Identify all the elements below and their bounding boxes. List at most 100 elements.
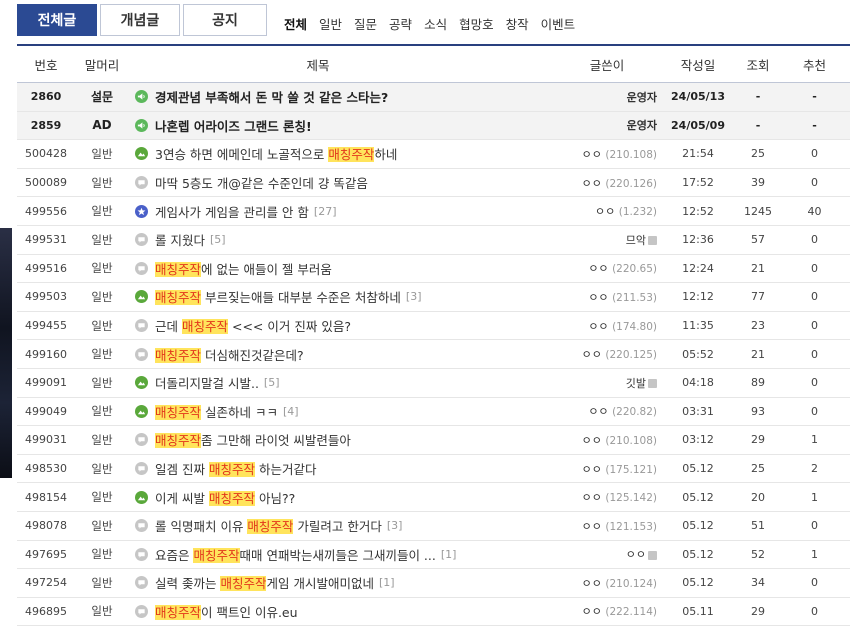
tab-concept-posts[interactable]: 개념글 — [100, 4, 180, 36]
post-title-link[interactable]: 이게 씨발 매칭주작 아님?? — [155, 488, 295, 507]
post-writer[interactable]: ㅇㅇ (220.65) — [507, 260, 667, 276]
post-title-link[interactable]: 롤 지웠다 — [155, 230, 205, 249]
post-writer[interactable]: ㅇㅇ (220.125) — [507, 346, 667, 362]
post-writer[interactable]: ㅇㅇ (220.126) — [507, 175, 667, 191]
post-writer[interactable]: ㅇㅇ (211.53) — [507, 289, 667, 305]
category-all[interactable]: 전체 — [284, 14, 307, 33]
post-views: 25 — [751, 462, 765, 476]
post-recommend: - — [812, 90, 817, 104]
post-title-cell[interactable]: 나혼렙 어라이즈 그랜드 론칭! — [129, 116, 507, 135]
table-row: 498530 일반 일겜 진짜 매칭주작 하는거같다 ㅇㅇ (175.121) 05.1… — [17, 455, 850, 484]
comment-count[interactable]: [4] — [283, 405, 299, 418]
category-news[interactable]: 소식 — [424, 14, 447, 33]
post-title-cell[interactable]: 매칭주작 부르짖는애들 대부분 수준은 처참하네 [3] — [129, 287, 507, 306]
post-writer[interactable]: ㅇㅇ (220.82) — [507, 403, 667, 419]
post-title-cell[interactable]: 매칭주작 더심해진것같은데? — [129, 345, 507, 364]
tab-all-posts[interactable]: 전체글 — [17, 4, 97, 36]
post-title-link[interactable]: 경제관념 부족해서 돈 막 쓸 것 같은 스타는? — [155, 87, 388, 106]
post-title-link[interactable]: 더돌리지말걸 시발.. — [155, 373, 259, 392]
post-writer[interactable]: 운영자 — [507, 117, 667, 133]
comment-count[interactable]: [5] — [210, 233, 226, 246]
table-row: 499160 일반 매칭주작 더심해진것같은데? ㅇㅇ (220.125) 05:52 2… — [17, 340, 850, 369]
keyword-highlight: 매칭주작 — [208, 490, 255, 506]
post-title-cell[interactable]: 실력 좆까는 매칭주작게임 개시발애미없네 [1] — [129, 573, 507, 592]
keyword-highlight: 매칭주작 — [181, 319, 228, 335]
post-prefix: 일반 — [91, 404, 113, 419]
post-title-cell[interactable]: 근데 매칭주작 <<< 이거 진짜 있음? — [129, 316, 507, 335]
post-title-cell[interactable]: 게임사가 게임을 관리를 안 함 [27] — [129, 202, 507, 221]
post-writer[interactable]: ㅇㅇ (210.108) — [507, 432, 667, 448]
notice-row: 2859 AD 나혼렙 어라이즈 그랜드 론칭! 운영자 24/05/09 - - — [17, 111, 850, 141]
comment-count[interactable]: [3] — [406, 290, 422, 303]
post-title-cell[interactable]: 매칭주작이 팩트인 이유.eu — [129, 602, 507, 621]
post-title-cell[interactable]: 요즘은 매칭주작때매 연패박는새끼들은 그새끼들이 ... [1] — [129, 545, 507, 564]
post-number: 2859 — [30, 118, 62, 132]
post-title-link[interactable]: 매칭주작좀 그만해 라이엇 씨발련들아 — [155, 430, 351, 449]
post-writer[interactable]: 므악 — [507, 232, 667, 248]
post-title-link[interactable]: 매칭주작에 없는 애들이 젤 부러움 — [155, 259, 332, 278]
comment-count[interactable]: [27] — [314, 205, 337, 218]
category-question[interactable]: 질문 — [354, 14, 377, 33]
post-title-link[interactable]: 실력 좆까는 매칭주작게임 개시발애미없네 — [155, 573, 374, 592]
post-date: 03:31 — [682, 404, 714, 418]
post-title-cell[interactable]: 마딱 5층도 개@같은 수준인데 걍 똑같음 — [129, 173, 507, 192]
post-writer[interactable]: ㅇㅇ (222.114) — [507, 603, 667, 619]
post-title-link[interactable]: 요즘은 매칭주작때매 연패박는새끼들은 그새끼들이 ... — [155, 545, 436, 564]
post-title-cell[interactable]: 경제관념 부족해서 돈 막 쓸 것 같은 스타는? — [129, 87, 507, 106]
image-post-icon — [135, 404, 148, 418]
post-views: 23 — [751, 319, 765, 333]
category-collab[interactable]: 협망호 — [459, 14, 494, 33]
post-title-link[interactable]: 매칭주작 실존하네 ㅋㅋ — [155, 402, 278, 421]
post-title-cell[interactable]: 롤 지웠다 [5] — [129, 230, 507, 249]
col-title: 제목 — [306, 57, 330, 73]
post-title-link[interactable]: 3연승 하면 에메인데 노골적으로 매칭주작하네 — [155, 144, 397, 163]
post-writer[interactable]: 깃발 — [507, 375, 667, 391]
title-text: 때매 연패박는새끼들은 그새끼들이 ... — [239, 547, 436, 563]
post-title-link[interactable]: 근데 매칭주작 <<< 이거 진짜 있음? — [155, 316, 351, 335]
post-title-link[interactable]: 매칭주작 부르짖는애들 대부분 수준은 처참하네 — [155, 287, 401, 306]
post-title-cell[interactable]: 일겜 진짜 매칭주작 하는거같다 — [129, 459, 507, 478]
comment-count[interactable]: [5] — [264, 376, 280, 389]
text-post-icon — [135, 576, 148, 590]
post-date: 24/05/13 — [671, 90, 725, 104]
post-writer[interactable]: ㅇㅇ (174.80) — [507, 318, 667, 334]
post-writer[interactable]: 운영자 — [507, 89, 667, 105]
post-prefix: 일반 — [91, 175, 113, 190]
category-creation[interactable]: 창작 — [506, 14, 529, 33]
post-title-link[interactable]: 일겜 진짜 매칭주작 하는거같다 — [155, 459, 316, 478]
post-title-cell[interactable]: 3연승 하면 에메인데 노골적으로 매칭주작하네 — [129, 144, 507, 163]
post-date: 05.12 — [682, 490, 714, 504]
title-text: 실존하네 ㅋㅋ — [201, 404, 278, 420]
post-writer[interactable]: ㅇㅇ (175.121) — [507, 461, 667, 477]
category-event[interactable]: 이벤트 — [541, 14, 576, 33]
post-title-link[interactable]: 나혼렙 어라이즈 그랜드 론칭! — [155, 116, 312, 135]
post-title-cell[interactable]: 이게 씨발 매칭주작 아님?? — [129, 488, 507, 507]
post-recommend: 0 — [811, 319, 818, 333]
category-guide[interactable]: 공략 — [389, 14, 412, 33]
speaker-icon — [135, 118, 148, 132]
post-number: 499503 — [25, 290, 67, 304]
post-writer[interactable]: ㅇㅇ (121.153) — [507, 518, 667, 534]
post-title-link[interactable]: 게임사가 게임을 관리를 안 함 — [155, 202, 309, 221]
post-title-cell[interactable]: 매칭주작좀 그만해 라이엇 씨발련들아 — [129, 430, 507, 449]
post-title-link[interactable]: 마딱 5층도 개@같은 수준인데 걍 똑같음 — [155, 173, 368, 192]
post-writer[interactable]: ㅇㅇ (210.108) — [507, 146, 667, 162]
post-writer[interactable]: ㅇㅇ (210.124) — [507, 575, 667, 591]
post-title-link[interactable]: 롤 익명패치 이유 매칭주작 가릴려고 한거다 — [155, 516, 382, 535]
post-writer[interactable]: ㅇㅇ — [507, 546, 667, 562]
comment-count[interactable]: [3] — [387, 519, 403, 532]
post-title-link[interactable]: 매칭주작이 팩트인 이유.eu — [155, 602, 298, 621]
category-general[interactable]: 일반 — [319, 14, 342, 33]
comment-count[interactable]: [1] — [379, 576, 395, 589]
tab-notices[interactable]: 공지 — [183, 4, 267, 36]
comment-count[interactable]: [1] — [441, 548, 457, 561]
table-row: 499049 일반 매칭주작 실존하네 ㅋㅋ [4] ㅇㅇ (220.82) 03:31 9… — [17, 398, 850, 427]
post-title-cell[interactable]: 매칭주작 실존하네 ㅋㅋ [4] — [129, 402, 507, 421]
post-title-cell[interactable]: 롤 익명패치 이유 매칭주작 가릴려고 한거다 [3] — [129, 516, 507, 535]
post-writer[interactable]: ㅇㅇ (1.232) — [507, 203, 667, 219]
post-title-cell[interactable]: 매칭주작에 없는 애들이 젤 부러움 — [129, 259, 507, 278]
post-title-cell[interactable]: 더돌리지말걸 시발.. [5] — [129, 373, 507, 392]
table-row: 499516 일반 매칭주작에 없는 애들이 젤 부러움 ㅇㅇ (220.65) 12:… — [17, 255, 850, 284]
post-title-link[interactable]: 매칭주작 더심해진것같은데? — [155, 345, 304, 364]
post-writer[interactable]: ㅇㅇ (125.142) — [507, 489, 667, 505]
